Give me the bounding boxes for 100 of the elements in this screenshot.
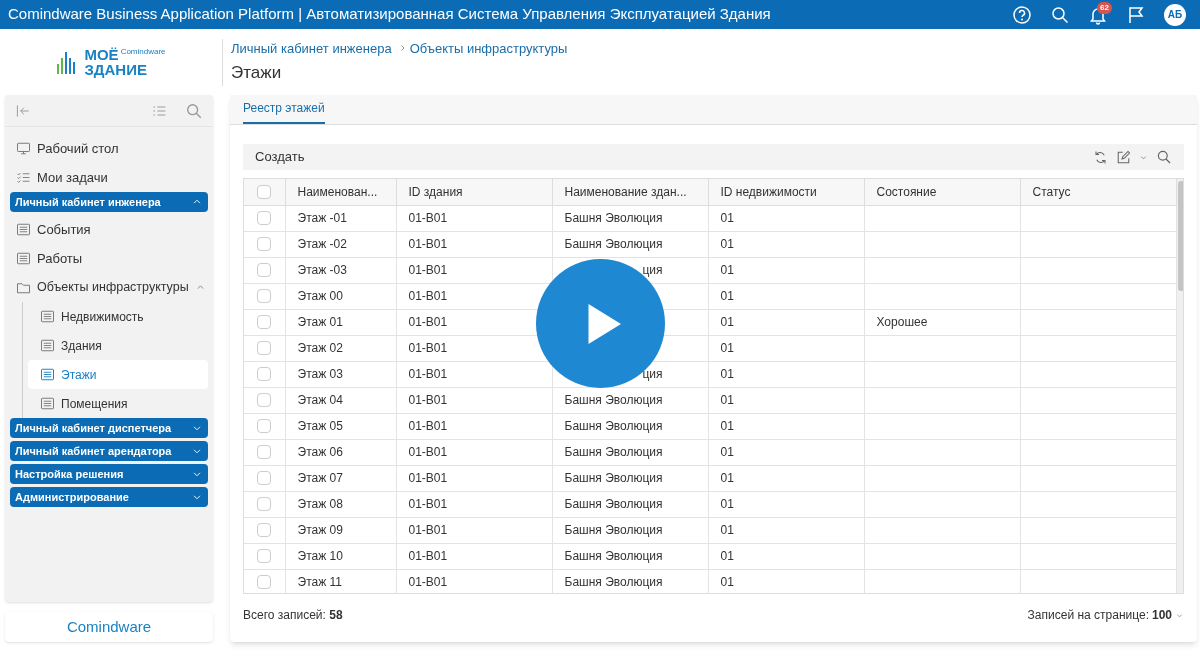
checkbox[interactable] xyxy=(257,471,272,485)
nav-item[interactable]: Здания xyxy=(28,331,208,360)
logo-text: МОЁ xyxy=(84,47,119,62)
collapse-icon[interactable] xyxy=(15,102,31,119)
table-cell: 01-B01 xyxy=(408,471,448,485)
breadcrumb-link[interactable]: Объекты инфраструктуры xyxy=(409,38,568,58)
table-cell: 01 xyxy=(720,341,734,355)
section-header[interactable]: Личный кабинет арендатора xyxy=(10,441,208,461)
table-cell: Этаж 02 xyxy=(297,341,343,355)
section-header[interactable]: Администрирование xyxy=(10,487,208,507)
table-cell: Башня Эволюция xyxy=(564,393,663,407)
checkbox[interactable] xyxy=(257,393,272,407)
table-cell: Этаж 04 xyxy=(297,393,343,407)
checkbox[interactable] xyxy=(257,445,272,459)
column-header[interactable]: Статус xyxy=(1020,179,1176,205)
section-header[interactable]: Личный кабинет инженера xyxy=(10,192,208,212)
checkbox[interactable] xyxy=(257,497,272,511)
table-cell: 01 xyxy=(720,237,734,251)
table-cell: ция xyxy=(642,367,663,381)
app-title: Comindware Business Application Platform | Автоматизированная Система Управления Эксплуатацией Здания xyxy=(8,4,772,25)
column-header[interactable]: Наименован... xyxy=(285,179,396,205)
table-cell: 01-B01 xyxy=(408,445,448,459)
list-icon xyxy=(40,338,55,353)
column-header[interactable]: ID недвижимости xyxy=(708,179,864,205)
checkbox[interactable] xyxy=(257,367,272,381)
table-cell: ция xyxy=(642,263,663,277)
table-cell: 01 xyxy=(720,289,734,303)
nav-item[interactable]: Недвижимость xyxy=(28,302,208,331)
total-records-text: Всего записей: 58 xyxy=(243,607,343,624)
list-icon xyxy=(40,309,55,324)
table-cell: 01 xyxy=(720,263,734,277)
search-icon[interactable] xyxy=(1050,4,1070,25)
table-cell: 01 xyxy=(720,549,734,563)
nav-item[interactable]: Помещения xyxy=(28,389,208,418)
table-cell: 01 xyxy=(720,445,734,459)
table-cell: Этаж 08 xyxy=(297,497,343,511)
checkbox[interactable] xyxy=(257,575,272,589)
column-header[interactable]: Наименование здан... xyxy=(552,179,708,205)
checkbox[interactable] xyxy=(257,549,272,563)
table-cell: Башня Эволюция xyxy=(564,523,663,537)
nav-item[interactable]: События xyxy=(10,215,208,244)
table-cell: Этаж 03 xyxy=(297,367,343,381)
table-cell: 01 xyxy=(720,471,734,485)
table-cell: 01-B01 xyxy=(408,315,448,329)
nav-folder[interactable]: Объекты инфраструктуры xyxy=(10,273,208,302)
column-header[interactable]: Состояние xyxy=(864,179,1020,205)
column-header[interactable]: ID здания xyxy=(396,179,552,205)
table-cell: 01 xyxy=(720,523,734,537)
table-cell: 01 xyxy=(720,315,734,329)
help-icon[interactable] xyxy=(1012,4,1032,25)
table-cell: Этаж 05 xyxy=(297,419,343,433)
list-icon xyxy=(16,222,31,237)
table-cell: Башня Эволюция xyxy=(564,549,663,563)
table-cell: 01 xyxy=(720,367,734,381)
checkbox[interactable] xyxy=(257,523,272,537)
nav-item[interactable]: Этажи xyxy=(28,360,208,389)
table-cell: Этаж 00 xyxy=(297,289,343,303)
table-cell: Этаж 01 xyxy=(297,315,343,329)
folder-icon xyxy=(16,280,31,295)
checkbox[interactable] xyxy=(257,211,272,225)
edit-icon[interactable] xyxy=(1116,149,1131,165)
nav-item[interactable]: Работы xyxy=(10,244,208,273)
refresh-icon[interactable] xyxy=(1093,149,1108,165)
checkbox[interactable] xyxy=(257,184,272,199)
checkbox[interactable] xyxy=(257,315,272,329)
checklist-icon xyxy=(16,170,31,185)
list-icon xyxy=(16,251,31,266)
table-cell: 01-B01 xyxy=(408,419,448,433)
checkbox[interactable] xyxy=(257,341,272,355)
table-cell: Этаж 10 xyxy=(297,549,343,563)
scrollbar-thumb[interactable] xyxy=(1177,181,1183,291)
notification-badge: 62 xyxy=(1097,1,1112,14)
checkbox[interactable] xyxy=(257,419,272,433)
table-cell: Этаж -01 xyxy=(297,211,347,225)
search-icon[interactable] xyxy=(1156,149,1172,165)
search-icon[interactable] xyxy=(185,101,203,120)
logo-brand-text: Comindware xyxy=(120,47,166,57)
create-button[interactable]: Создать xyxy=(255,147,305,167)
breadcrumb-link[interactable]: Личный кабинет инженера xyxy=(231,38,392,58)
table-cell: 01 xyxy=(720,393,734,407)
page-size-dropdown[interactable]: Записей на странице: 100 xyxy=(1027,606,1184,624)
nav-item[interactable]: Мои задачи xyxy=(10,163,208,192)
nav-item[interactable]: Рабочий стол xyxy=(10,134,208,163)
user-avatar[interactable]: АБ xyxy=(1164,3,1186,26)
list-icon xyxy=(40,396,55,411)
table-cell: 01-B01 xyxy=(408,393,448,407)
checkbox[interactable] xyxy=(257,289,272,303)
section-header[interactable]: Настройка решения xyxy=(10,464,208,484)
checkbox[interactable] xyxy=(257,263,272,277)
flag-icon[interactable] xyxy=(1126,4,1146,25)
table-cell: 01 xyxy=(720,497,734,511)
section-header[interactable]: Личный кабинет диспетчера xyxy=(10,418,208,438)
table-cell: Башня Эволюция xyxy=(564,575,663,589)
logo-text: ЗДАНИЕ xyxy=(84,62,148,77)
checkbox[interactable] xyxy=(257,237,272,251)
tab[interactable]: Реестр этажей xyxy=(243,99,325,124)
table-cell: 01-B01 xyxy=(408,263,448,277)
table-cell: 01-B01 xyxy=(408,575,448,589)
table-cell: Башня Эволюция xyxy=(564,471,663,485)
table-cell: 01-B01 xyxy=(408,211,448,225)
